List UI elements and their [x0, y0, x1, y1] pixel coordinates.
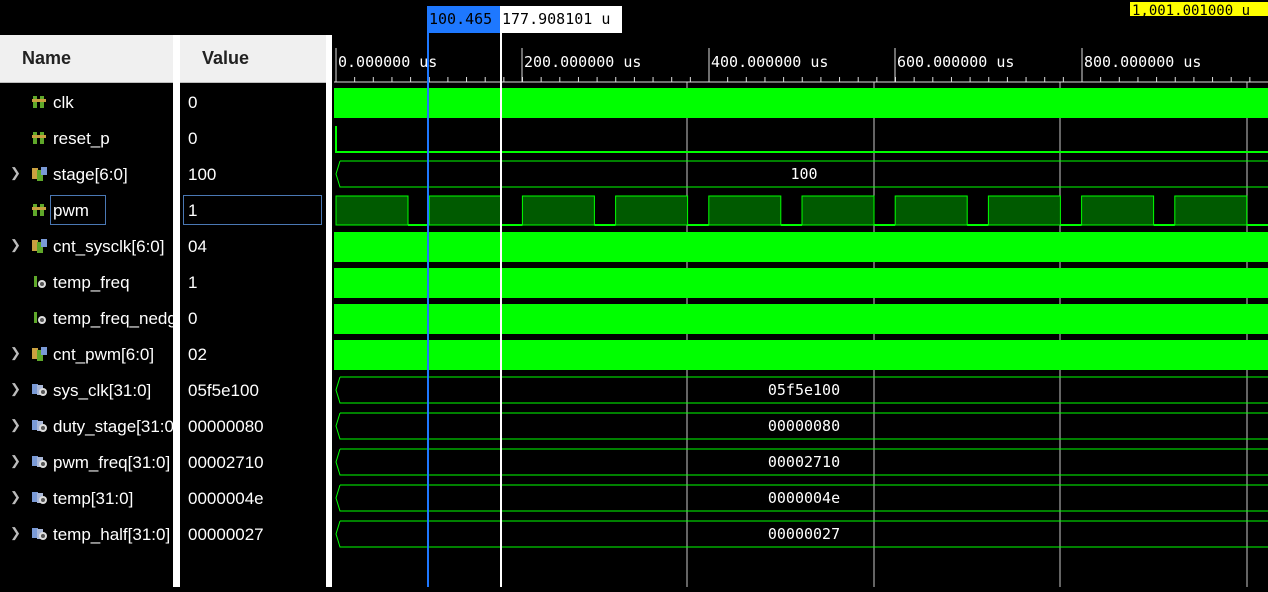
signal-name: temp_freq_nedge — [53, 309, 173, 328]
signal-row[interactable]: reset_p 0 — [0, 120, 326, 156]
signal-name: temp_half[31:0] — [53, 525, 171, 544]
bit-signal-icon — [32, 95, 48, 109]
signal-value: 00000027 — [188, 525, 264, 544]
signal-name: pwm_freq[31:0] — [53, 453, 171, 472]
tick-label: 400.000000 us — [711, 53, 828, 71]
end-marker-label: 1,001.001000 u — [1132, 3, 1250, 19]
bus-value-label: 00000027 — [768, 525, 840, 543]
cursor-time-label: 100.465 — [429, 10, 492, 28]
signal-row[interactable]: ❯ duty_stage[31:0] 00000080 — [0, 408, 326, 444]
bus-value-label: 0000004e — [768, 489, 840, 507]
pwm-high-pulse — [987, 195, 1061, 226]
signal-row[interactable]: ❯ sys_clk[31:0] 05f5e100 — [0, 372, 326, 408]
signal-name: cnt_pwm[6:0] — [53, 345, 155, 364]
parameter-bus-icon — [32, 383, 48, 397]
bus-signal-icon — [32, 167, 48, 181]
bus-value-label: 05f5e100 — [768, 381, 840, 399]
name-column-header[interactable]: Name — [0, 35, 173, 83]
signal-name: cnt_sysclk[6:0] — [53, 237, 165, 256]
expand-chevron-icon[interactable]: ❯ — [10, 526, 22, 540]
parameter-bit-icon — [32, 311, 48, 325]
signal-row[interactable]: ❯ cnt_sysclk[6:0] 04 — [0, 228, 326, 264]
bit-signal-icon — [32, 131, 48, 145]
selected-value-box — [183, 195, 322, 225]
parameter-bus-icon — [32, 455, 48, 469]
pwm-high-pulse — [1081, 195, 1155, 226]
tick-label: 600.000000 us — [897, 53, 1014, 71]
value-header-label: Value — [202, 48, 250, 68]
signal-row[interactable]: ❯ pwm_freq[31:0] 00002710 — [0, 444, 326, 480]
name-header-label: Name — [22, 48, 72, 68]
tick-label: 800.000000 us — [1084, 53, 1201, 71]
signal-value: 00000080 — [188, 417, 264, 436]
expand-chevron-icon[interactable]: ❯ — [10, 490, 22, 504]
parameter-bit-icon — [32, 275, 48, 289]
signal-row[interactable]: clk 0 — [0, 84, 326, 120]
pwm-high-pulse — [428, 195, 502, 226]
signal-value: 05f5e100 — [188, 381, 259, 400]
pwm-high-pulse — [708, 195, 782, 226]
signal-name: stage[6:0] — [53, 165, 128, 184]
signal-row[interactable]: ❯ temp[31:0] 0000004e — [0, 480, 326, 516]
signal-value: 0 — [188, 129, 198, 148]
bus-value-label: 100 — [790, 165, 817, 183]
expand-chevron-icon[interactable]: ❯ — [10, 238, 22, 252]
pwm-high-pulse — [1174, 195, 1248, 226]
pwm-high-pulse — [615, 195, 689, 226]
bus-signal-icon — [32, 239, 48, 253]
signal-name: reset_p — [53, 129, 110, 148]
time-ruler[interactable]: 0.000000 us 200.000000 us 400.000000 us … — [334, 48, 1268, 83]
waveform-pane[interactable]: 0.000000 us 200.000000 us 400.000000 us … — [332, 0, 1268, 587]
signal-name: temp_freq — [53, 273, 130, 292]
bus-value-label: 00002710 — [768, 453, 840, 471]
signal-value: 1 — [188, 273, 198, 292]
tick-label: 0.000000 us — [338, 53, 437, 71]
selected-name-box — [50, 195, 106, 225]
pwm-high-pulse — [894, 195, 968, 226]
bus-value-label: 00000080 — [768, 417, 840, 435]
expand-chevron-icon[interactable]: ❯ — [10, 166, 22, 180]
waveform-trace — [334, 268, 1268, 298]
signal-value: 04 — [188, 237, 207, 256]
signal-row[interactable]: ❯ cnt_pwm[6:0] 02 — [0, 336, 326, 372]
signal-row[interactable]: ❯ temp_half[31:0] 00000027 — [0, 516, 326, 552]
parameter-bus-icon — [32, 419, 48, 433]
signal-value: 0 — [188, 309, 198, 328]
waveform-trace — [335, 126, 1268, 153]
pwm-high-pulse — [335, 195, 409, 226]
value-column-header[interactable]: Value — [180, 35, 326, 83]
expand-chevron-icon[interactable]: ❯ — [10, 382, 22, 396]
name-pane-top — [0, 0, 326, 35]
pwm-high-pulse — [801, 195, 875, 226]
signal-row[interactable]: ❯ stage[6:0] 100 — [0, 156, 326, 192]
signal-value: 0 — [188, 93, 198, 112]
bus-signal-icon — [32, 347, 48, 361]
marker-time-label: 177.908101 u — [502, 10, 610, 28]
waveform-trace — [334, 232, 1268, 262]
signal-value: 00002710 — [188, 453, 264, 472]
parameter-bus-icon — [32, 491, 48, 505]
signal-row[interactable]: temp_freq 1 — [0, 264, 326, 300]
bit-signal-icon — [32, 203, 48, 217]
waveform-trace — [334, 88, 1268, 118]
signal-name: clk — [53, 93, 74, 112]
signal-name: duty_stage[31:0] — [53, 417, 173, 436]
pwm-high-pulse — [521, 195, 595, 226]
expand-chevron-icon[interactable]: ❯ — [10, 346, 22, 360]
tick-label: 200.000000 us — [524, 53, 641, 71]
column-divider[interactable] — [173, 35, 180, 587]
signal-name: sys_clk[31:0] — [53, 381, 152, 400]
signal-row[interactable]: temp_freq_nedge 0 — [0, 300, 326, 336]
signal-value: 100 — [188, 165, 217, 184]
expand-chevron-icon[interactable]: ❯ — [10, 454, 22, 468]
waveform-trace — [334, 340, 1268, 370]
signal-list-pane: Name Value clk 0 reset_p 0 ❯ stage[6:0] 100 pwm… — [0, 0, 326, 587]
signal-value: 0000004e — [188, 489, 264, 508]
signal-name: temp[31:0] — [53, 489, 134, 508]
waveform-trace — [334, 304, 1268, 334]
parameter-bus-icon — [32, 527, 48, 541]
signal-value: 02 — [188, 345, 207, 364]
expand-chevron-icon[interactable]: ❯ — [10, 418, 22, 432]
